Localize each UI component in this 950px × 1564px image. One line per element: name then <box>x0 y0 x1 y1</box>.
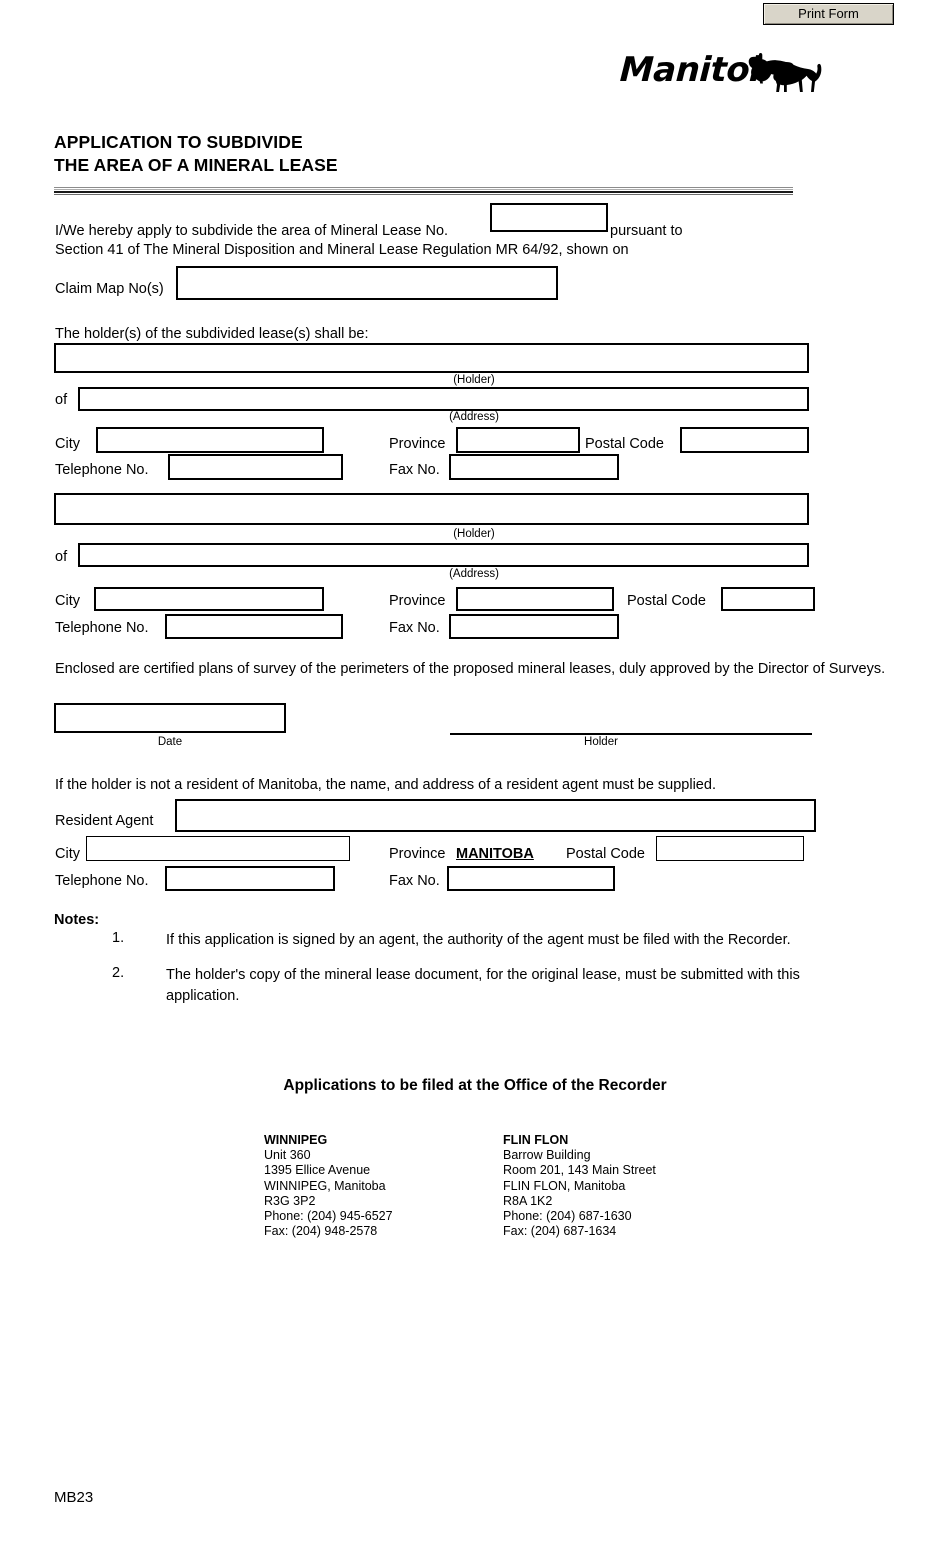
note-1-number: 1. <box>112 930 125 946</box>
office-flin-flon-line1: Barrow Building <box>503 1148 591 1163</box>
holder-2-address-input[interactable] <box>78 543 809 567</box>
form-code: MB23 <box>54 1489 94 1506</box>
date-caption: Date <box>157 736 183 748</box>
agent-city-label: City <box>55 846 80 862</box>
holder-1-city-input[interactable] <box>96 427 324 453</box>
holder-1-postal-label: Postal Code <box>585 436 664 452</box>
note-2-text: The holder's copy of the mineral lease d… <box>166 967 800 1004</box>
holder-1-address-caption: (Address) <box>449 411 499 423</box>
office-flin-flon: FLIN FLON Barrow Building Room 201, 143 … <box>503 1133 656 1239</box>
holder-1-telephone-input[interactable] <box>168 454 343 480</box>
holder-1-address-input[interactable] <box>78 387 809 411</box>
agent-postal-input[interactable] <box>656 836 804 861</box>
form-page: Print Form Manitoba APPLICATION TO SUBDI… <box>0 0 950 1564</box>
intro-lead-text: I/We hereby apply to subdivide the area … <box>55 223 449 239</box>
office-winnipeg: WINNIPEG Unit 360 1395 Ellice Avenue WIN… <box>264 1133 393 1239</box>
holder-2-city-input[interactable] <box>94 587 324 611</box>
holder-1-fax-input[interactable] <box>449 454 619 480</box>
holder-1-fax-label: Fax No. <box>389 462 440 478</box>
holder-2-name-input[interactable] <box>54 493 809 525</box>
print-form-button[interactable]: Print Form <box>763 3 894 25</box>
holder-2-postal-label: Postal Code <box>627 593 706 609</box>
holder-2-province-label: Province <box>389 593 446 609</box>
holder-2-province-input[interactable] <box>456 587 614 611</box>
holder-2-telephone-label: Telephone No. <box>55 620 149 636</box>
holder-1-telephone-label: Telephone No. <box>55 462 149 478</box>
holder-2-city-label: City <box>55 593 80 609</box>
holders-heading: The holder(s) of the subdivided lease(s)… <box>55 326 369 342</box>
bison-icon <box>748 53 822 92</box>
agent-city-input[interactable] <box>86 836 350 861</box>
survey-statement: Enclosed are certified plans of survey o… <box>55 661 886 677</box>
office-flin-flon-phone: Phone: (204) 687-1630 <box>503 1209 632 1224</box>
office-winnipeg-line1: Unit 360 <box>264 1148 311 1163</box>
holder-1-postal-input[interactable] <box>680 427 809 453</box>
office-winnipeg-fax: Fax: (204) 948-2578 <box>264 1224 378 1239</box>
holder-2-name-caption: (Holder) <box>453 528 495 540</box>
claim-map-input[interactable] <box>176 266 558 300</box>
agent-postal-label: Postal Code <box>566 846 645 862</box>
agent-fax-input[interactable] <box>447 866 615 891</box>
agent-telephone-input[interactable] <box>165 866 335 891</box>
office-flin-flon-name: FLIN FLON <box>503 1133 569 1147</box>
claim-map-label: Claim Map No(s) <box>55 281 164 297</box>
holder-signature-line[interactable] <box>450 733 812 735</box>
office-winnipeg-name: WINNIPEG <box>264 1133 328 1147</box>
note-1-text: If this application is signed by an agen… <box>166 932 791 948</box>
intro-section-text: Section 41 of The Mineral Disposition an… <box>55 242 629 258</box>
office-winnipeg-line3: WINNIPEG, Manitoba <box>264 1178 386 1193</box>
holder-1-province-input[interactable] <box>456 427 580 453</box>
intro-pursuant-text: pursuant to <box>610 223 683 239</box>
agent-fax-label: Fax No. <box>389 873 440 889</box>
holder-signature-caption: Holder <box>584 736 618 748</box>
agent-telephone-label: Telephone No. <box>55 873 149 889</box>
resident-agent-input[interactable] <box>175 799 816 832</box>
mineral-lease-no-input[interactable] <box>490 203 608 232</box>
office-flin-flon-line2: Room 201, 143 Main Street <box>503 1163 656 1178</box>
holder-1-of-label: of <box>55 392 68 408</box>
page-title: APPLICATION TO SUBDIVIDE THE AREA OF A M… <box>54 131 654 177</box>
office-winnipeg-phone: Phone: (204) 945-6527 <box>264 1209 393 1224</box>
resident-agent-label: Resident Agent <box>55 813 154 829</box>
holder-1-name-input[interactable] <box>54 343 809 373</box>
holder-1-name-caption: (Holder) <box>453 374 495 386</box>
office-winnipeg-line2: 1395 Ellice Avenue <box>264 1163 371 1178</box>
holder-2-fax-label: Fax No. <box>389 620 440 636</box>
note-2-number: 2. <box>112 965 125 981</box>
office-winnipeg-line4: R3G 3P2 <box>264 1193 316 1208</box>
holder-1-province-label: Province <box>389 436 446 452</box>
holder-2-fax-input[interactable] <box>449 614 619 639</box>
manitoba-logo: Manitoba <box>619 50 822 96</box>
holder-2-address-caption: (Address) <box>449 568 499 580</box>
agent-province-label: Province <box>389 846 446 862</box>
holder-2-telephone-input[interactable] <box>165 614 343 639</box>
office-flin-flon-line4: R8A 1K2 <box>503 1193 553 1208</box>
notes-heading: Notes: <box>54 912 100 928</box>
page-title-line1: APPLICATION TO SUBDIVIDE <box>54 132 303 152</box>
agent-province-value: MANITOBA <box>456 846 534 862</box>
office-flin-flon-fax: Fax: (204) 687-1634 <box>503 1224 617 1239</box>
agent-statement: If the holder is not a resident of Manit… <box>55 777 716 793</box>
holder-2-postal-input[interactable] <box>721 587 815 611</box>
page-title-line2: THE AREA OF A MINERAL LEASE <box>54 155 338 175</box>
date-input[interactable] <box>54 703 286 733</box>
holder-2-of-label: of <box>55 549 68 565</box>
holder-1-city-label: City <box>55 436 80 452</box>
header-divider <box>54 187 793 195</box>
filing-heading: Applications to be filed at the Office o… <box>283 1077 667 1094</box>
office-flin-flon-line3: FLIN FLON, Manitoba <box>503 1178 626 1193</box>
